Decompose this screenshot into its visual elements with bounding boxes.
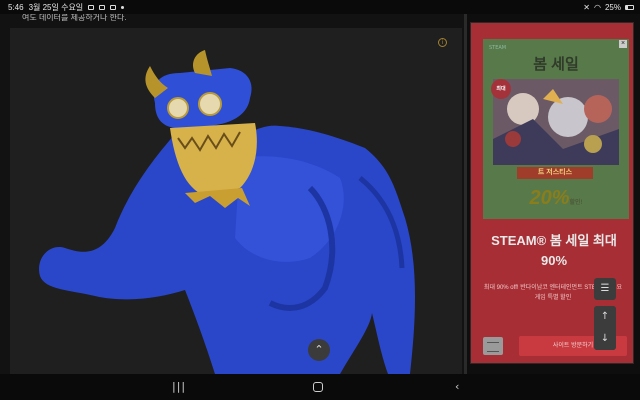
home-button[interactable] [313,382,323,392]
scroll-up-icon[interactable]: ↑ [594,306,616,328]
ad-max-badge: 최대 [491,79,511,99]
scroll-button-group: ↑ ↓ [594,306,616,350]
battery-icon [625,4,634,10]
list-icon[interactable]: ☰ [594,278,616,300]
blue-monster-image [10,28,462,374]
floating-nav-buttons: ☰ ↑ ↓ [594,278,616,350]
scroll-down-icon[interactable]: ↓ [594,328,616,350]
recent-apps-button[interactable]: ||| [172,374,186,400]
wifi-icon: ◠ [594,2,601,12]
article-figure [10,28,462,374]
system-nav-bar: ||| ‹ [0,374,640,400]
ad-info-icon[interactable]: i [438,38,447,47]
mute-icon: ✕ [583,2,590,12]
article-panel: 여도 데이터를 제공하거나 한다. i ⌃ [0,14,464,374]
article-text-partial: 여도 데이터를 제공하거나 한다. [22,14,127,22]
status-time: 5:46 [8,2,24,12]
ad-game-title: 트 저스티스 [517,167,593,179]
gallery-notification-icon [88,4,95,10]
ad-headline[interactable]: STEAM® 봄 세일 최대 90% [481,231,627,271]
ad-banner-image[interactable]: STEAM × 봄 세일 최대 트 저스티스 20%할인! [483,39,629,219]
status-bar: 5:46 3월 25일 수요일 ✕ ◠ 25% [0,0,640,14]
calendar-notification-icon [99,4,106,10]
status-date: 3월 25일 수요일 [28,2,84,12]
ad-sale-title: 봄 세일 [533,56,579,73]
advertiser-logo-icon[interactable] [483,337,503,355]
youtube-notification-icon [110,4,117,10]
steam-logo-icon: STEAM [489,45,507,51]
game-artwork [493,79,619,165]
close-icon[interactable]: × [619,40,627,48]
back-button[interactable]: ‹ [455,374,459,400]
more-notifications-icon [121,5,125,9]
ad-discount-suffix: 할인! [569,200,583,206]
ad-discount-value: 20% [529,187,570,209]
scroll-to-top-button[interactable]: ⌃ [308,339,330,361]
battery-percent: 25% [604,2,621,12]
ad-discount: 20%할인! [483,187,629,210]
